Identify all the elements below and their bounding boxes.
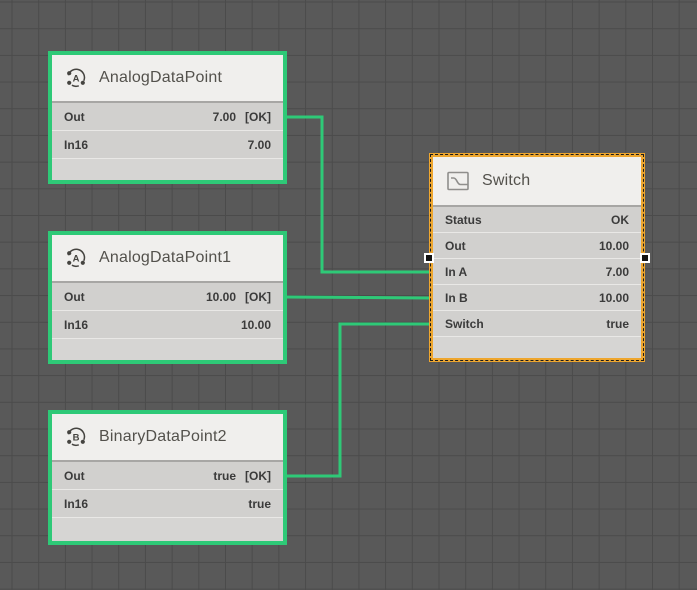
node-header[interactable]: A AnalogDataPoint	[52, 55, 283, 103]
slot-label: In16	[64, 138, 88, 152]
slot-value: 7.00[OK]	[213, 110, 271, 124]
slot-label: In B	[445, 291, 468, 305]
slot-status: [OK]	[245, 290, 271, 304]
slot-in16[interactable]: In16 10.00	[52, 311, 283, 339]
slot-value: 7.00	[248, 138, 271, 152]
slot-label: Switch	[445, 317, 484, 331]
node-analogdatapoint[interactable]: A AnalogDataPoint Out 7.00[OK] In16 7.00	[48, 51, 287, 184]
slot-label: In A	[445, 265, 467, 279]
slot-value: true	[606, 317, 629, 331]
node-footer	[52, 339, 283, 360]
slot-out[interactable]: Out 7.00[OK]	[52, 103, 283, 131]
node-title: AnalogDataPoint1	[99, 249, 231, 267]
wire-analogdatapoint-to-switch-ina[interactable]	[287, 117, 429, 272]
wire-analogdatapoint1-to-switch-inb[interactable]	[287, 297, 429, 298]
svg-text:B: B	[73, 433, 80, 444]
slot-status: [OK]	[245, 110, 271, 124]
slot-out[interactable]: Out 10.00[OK]	[52, 283, 283, 311]
slot-value: 10.00	[599, 239, 629, 253]
node-title: Switch	[482, 172, 530, 190]
slot-value: OK	[611, 213, 629, 227]
node-binarydatapoint2[interactable]: B BinaryDataPoint2 Out true[OK] In16 tru…	[48, 410, 287, 545]
node-footer	[52, 159, 283, 180]
node-switch[interactable]: Switch Status OK Out 10.00 In A 7.00 In …	[429, 153, 645, 362]
node-header[interactable]: A AnalogDataPoint1	[52, 235, 283, 283]
slot-in-b[interactable]: In B 10.00	[433, 285, 641, 311]
slot-status: [OK]	[245, 469, 271, 483]
slot-label: Out	[64, 110, 85, 124]
node-header[interactable]: Switch	[433, 157, 641, 207]
slot-in16[interactable]: In16 true	[52, 490, 283, 518]
slot-in16[interactable]: In16 7.00	[52, 131, 283, 159]
slot-value: true	[248, 497, 271, 511]
slot-label: Out	[64, 469, 85, 483]
slot-label: Out	[445, 239, 466, 253]
slot-in-a[interactable]: In A 7.00	[433, 259, 641, 285]
svg-text:A: A	[73, 254, 80, 265]
slot-label: Out	[64, 290, 85, 304]
node-footer	[433, 337, 641, 358]
slot-status[interactable]: Status OK	[433, 207, 641, 233]
slot-value: 10.00[OK]	[206, 290, 271, 304]
selection-handle-right[interactable]	[640, 253, 650, 263]
slot-out[interactable]: Out 10.00	[433, 233, 641, 259]
slot-label: In16	[64, 497, 88, 511]
binary-datapoint-icon: B	[64, 425, 88, 449]
wire-binarydatapoint2-to-switch-switch[interactable]	[287, 324, 429, 476]
node-analogdatapoint1[interactable]: A AnalogDataPoint1 Out 10.00[OK] In16 10…	[48, 231, 287, 364]
node-title: BinaryDataPoint2	[99, 428, 227, 446]
slot-value: true[OK]	[213, 469, 271, 483]
slot-label: Status	[445, 213, 482, 227]
switch-icon	[445, 169, 471, 193]
node-footer	[52, 518, 283, 541]
node-title: AnalogDataPoint	[99, 69, 222, 87]
svg-text:A: A	[73, 74, 80, 85]
slot-value: 10.00	[599, 291, 629, 305]
slot-value: 7.00	[606, 265, 629, 279]
wiresheet-canvas[interactable]: A AnalogDataPoint Out 7.00[OK] In16 7.00…	[0, 0, 697, 590]
slot-switch[interactable]: Switch true	[433, 311, 641, 337]
selection-handle-left[interactable]	[424, 253, 434, 263]
analog-datapoint-icon: A	[64, 246, 88, 270]
slot-value: 10.00	[241, 318, 271, 332]
analog-datapoint-icon: A	[64, 66, 88, 90]
node-header[interactable]: B BinaryDataPoint2	[52, 414, 283, 462]
slot-label: In16	[64, 318, 88, 332]
slot-out[interactable]: Out true[OK]	[52, 462, 283, 490]
